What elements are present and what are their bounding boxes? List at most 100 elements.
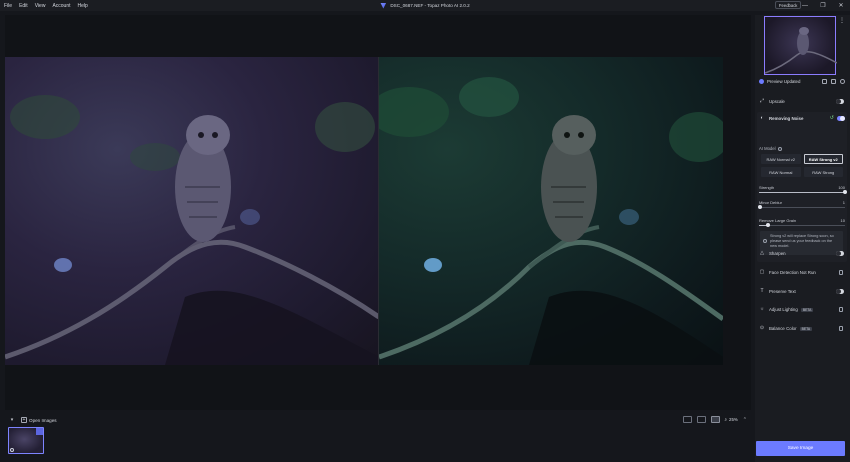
notice-info-icon: [763, 239, 767, 243]
minor-deblur-track[interactable]: [757, 205, 845, 209]
sharpen-triangle-icon: △: [760, 250, 764, 256]
preview-tools: [822, 79, 845, 84]
strength-knob[interactable]: [843, 190, 847, 194]
model-raw-normal-v2[interactable]: RAW Normal v2: [761, 154, 801, 164]
remove-noise-toggle[interactable]: [837, 115, 845, 121]
large-grain-label: Remove Large Grain: [759, 218, 797, 223]
beta-badge: BETA: [799, 326, 813, 331]
settings-icon[interactable]: [840, 79, 845, 84]
balance-color-label-wrap: Balance Color BETA: [769, 326, 839, 331]
preserve-text-toggle[interactable]: [836, 288, 844, 294]
processing-status-icon: [10, 448, 14, 452]
selected-badge-icon: [36, 428, 43, 435]
side-by-side-view-icon[interactable]: [710, 416, 720, 423]
view-mode-tools: ⌕ 25% ⌃: [682, 416, 747, 423]
fullscreen-icon[interactable]: [831, 79, 836, 84]
image-canvas[interactable]: [5, 15, 751, 410]
filmstrip-toolbar: ▾ + Open Images ⌕ 25% ⌃: [5, 414, 751, 426]
minimize-button[interactable]: —: [795, 0, 815, 11]
preserve-text-section: T Preserve Text: [755, 285, 850, 297]
denoised-preview-image[interactable]: [379, 57, 723, 365]
model-raw-strong-v2[interactable]: RAW Strong v2: [803, 154, 843, 164]
menu-account[interactable]: Account: [52, 3, 70, 9]
adjust-lighting-row[interactable]: ☼ Adjust Lighting BETA: [755, 303, 850, 315]
single-view-icon[interactable]: [682, 416, 692, 423]
face-recovery-section: ▢ Face Detection Not Run: [755, 266, 850, 278]
info-icon[interactable]: [777, 146, 782, 151]
original-owl-photo: [5, 95, 379, 365]
balance-color-row[interactable]: ⊙ Balance Color BETA: [755, 322, 850, 334]
navigator-thumbnail: [764, 27, 838, 74]
large-grain-value: 10: [840, 218, 845, 223]
adjust-lighting-section: ☼ Adjust Lighting BETA: [755, 303, 850, 315]
crop-icon[interactable]: [822, 79, 827, 84]
title-bar: File Edit View Account Help: [0, 0, 850, 11]
navigator-preview[interactable]: [764, 16, 838, 75]
balance-color-label: Balance Color: [769, 325, 797, 331]
sharpen-toggle[interactable]: [836, 250, 844, 256]
collapse-filmstrip-chevron-icon[interactable]: ▾: [8, 416, 16, 424]
model-raw-normal[interactable]: RAW Normal: [761, 167, 801, 177]
upscale-row[interactable]: ⤢ Upscale: [755, 95, 850, 107]
balance-color-section: ⊙ Balance Color BETA: [755, 322, 850, 334]
denoised-owl-photo: [379, 77, 723, 365]
more-options-icon[interactable]: ⋮: [839, 17, 845, 24]
split-view-icon[interactable]: [696, 416, 706, 423]
menu-edit[interactable]: Edit: [19, 3, 28, 9]
original-image[interactable]: [5, 57, 379, 365]
minor-deblur-label: Minor Deblur: [759, 200, 782, 205]
minor-deblur-value: 1: [842, 200, 845, 205]
lock-icon: [839, 325, 843, 331]
zoom-control[interactable]: ⌕ 25%: [725, 417, 738, 422]
upscale-section: ⤢ Upscale: [755, 95, 850, 107]
preserve-text-row[interactable]: T Preserve Text: [755, 285, 850, 297]
minor-deblur-knob[interactable]: [757, 205, 762, 209]
face-icon: ▢: [759, 269, 765, 275]
preview-status-label: Preview Updated: [767, 79, 801, 84]
adjustments-panel: ⋮ Preview Updated ⤢ Upscale ◐ Removing N…: [755, 15, 850, 462]
strength-slider[interactable]: Strength 100: [759, 185, 847, 194]
open-images-button[interactable]: + Open Images: [21, 417, 57, 423]
face-detection-label: Face Detection Not Run: [769, 269, 816, 275]
sharpen-label: Sharpen: [769, 250, 786, 256]
upscale-toggle[interactable]: [836, 98, 844, 104]
lock-icon: [839, 306, 843, 312]
upscale-icon: ⤢: [759, 98, 764, 104]
preview-updated-icon: [759, 79, 764, 84]
face-recovery-row[interactable]: ▢ Face Detection Not Run: [755, 266, 850, 278]
save-image-button[interactable]: Save Image: [756, 441, 845, 456]
upscale-label: Upscale: [769, 98, 785, 104]
sharpen-section: △ Sharpen: [755, 247, 850, 259]
lighting-sun-icon: ☼: [759, 306, 765, 312]
zoom-chevron-icon[interactable]: ⌃: [743, 417, 747, 423]
large-grain-slider[interactable]: Remove Large Grain 10: [759, 218, 845, 227]
preview-status-bar: Preview Updated: [759, 77, 847, 86]
filmstrip: [5, 426, 751, 458]
menu-file[interactable]: File: [4, 3, 12, 9]
minor-deblur-slider[interactable]: Minor Deblur 1: [757, 200, 845, 209]
maximize-button[interactable]: ❐: [813, 0, 833, 11]
menu-help[interactable]: Help: [78, 3, 88, 9]
ai-model-label: AI Model: [759, 146, 776, 151]
reset-icon[interactable]: ↺: [830, 115, 834, 121]
sharpen-row[interactable]: △ Sharpen: [755, 247, 850, 259]
magnifier-icon: ⌕: [724, 417, 727, 422]
remove-noise-icon: ◐: [760, 115, 764, 121]
large-grain-knob[interactable]: [765, 223, 770, 227]
lock-icon: [839, 269, 843, 275]
menu-view[interactable]: View: [35, 3, 46, 9]
close-button[interactable]: ✕: [831, 0, 850, 11]
model-raw-strong[interactable]: RAW Strong: [803, 167, 843, 177]
comparison-divider[interactable]: [378, 57, 379, 365]
strength-fill: [759, 192, 845, 193]
remove-noise-label: Removing Noise: [769, 115, 804, 121]
zoom-level: 25%: [729, 417, 738, 422]
image-thumbnail[interactable]: [8, 427, 44, 454]
beta-badge: BETA: [800, 307, 814, 312]
preserve-text-label: Preserve Text: [769, 288, 796, 294]
remove-noise-card: ◐ Removing Noise ↺ AI Model RAW Normal v…: [757, 112, 847, 262]
large-grain-track[interactable]: [759, 223, 845, 227]
remove-noise-header[interactable]: ◐ Removing Noise ↺: [757, 112, 847, 124]
strength-track[interactable]: [759, 190, 847, 194]
add-icon: +: [21, 416, 27, 423]
